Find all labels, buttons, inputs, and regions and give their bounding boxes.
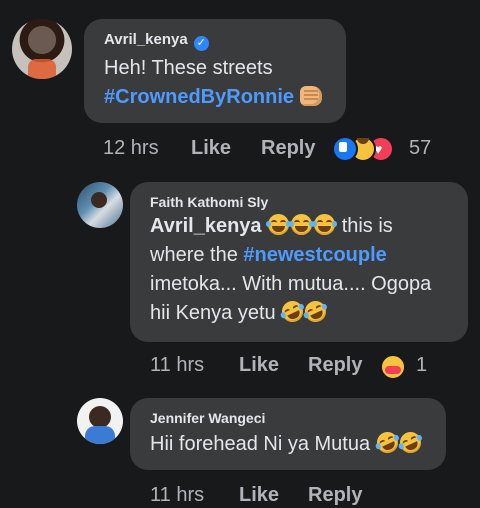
comment-text-fragment: Hii forehead Ni ya Mutua	[150, 433, 371, 455]
comment-bubble: Faith Kathomi Sly Avril_kenya this is wh…	[130, 182, 468, 342]
avatar[interactable]	[77, 182, 123, 228]
comment-text-fragment: where the	[150, 244, 238, 266]
timestamp: 12 hrs	[103, 137, 159, 159]
verified-badge-icon: ✓	[193, 36, 209, 51]
comment-bubble: Jennifer Wangeci Hii forehead Ni ya Mutu…	[130, 398, 446, 470]
comment-text-fragment: hii Kenya yetu	[150, 302, 276, 324]
comment-bubble: Avril_kenya ✓ Heh! These streets #Crowned…	[84, 19, 346, 123]
reply-button[interactable]: Reply	[261, 137, 315, 160]
comment-text-line: Heh! These streets	[104, 57, 273, 79]
tears-of-joy-icon	[289, 214, 315, 235]
hashtag-link[interactable]: #newestcouple	[243, 244, 386, 266]
hashtag-link[interactable]: #CrownedByRonnie	[104, 86, 294, 108]
timestamp: 11 hrs	[150, 484, 205, 506]
comment-text-line: imetoka... With mutua.... Ogopa	[150, 273, 432, 295]
reaction-count: 1	[416, 354, 428, 376]
like-button[interactable]: Like	[191, 137, 231, 160]
mention-link[interactable]: Avril_kenya	[150, 215, 262, 237]
reaction-summary[interactable]: ♥	[332, 136, 402, 162]
comment-actions: 11 hrs Like Reply 1	[150, 354, 450, 380]
reply-button[interactable]: Reply	[308, 354, 362, 377]
raised-fist-icon	[299, 86, 322, 106]
like-icon	[332, 136, 358, 162]
comment-text-fragment: this is	[341, 215, 393, 237]
rolling-laughing-icon	[396, 428, 425, 457]
reply-button[interactable]: Reply	[308, 484, 362, 507]
reaction-count: 57	[409, 137, 432, 159]
comment-actions: 12 hrs Like Reply ♥ 57	[103, 136, 443, 162]
comment-text: Avril_kenya this is where the #newestcou…	[150, 212, 468, 328]
avatar[interactable]	[77, 398, 123, 444]
timestamp: 11 hrs	[150, 354, 205, 376]
tears-of-joy-icon	[266, 214, 292, 235]
comment-text: Hii forehead Ni ya Mutua	[150, 428, 446, 459]
avatar[interactable]	[12, 19, 72, 79]
like-button[interactable]: Like	[239, 484, 279, 507]
author-name[interactable]: Faith Kathomi Sly	[150, 194, 468, 210]
rolling-laughing-icon	[373, 428, 402, 457]
tears-of-joy-icon	[312, 214, 338, 235]
comment-actions: 11 hrs Like Reply	[150, 484, 410, 508]
like-button[interactable]: Like	[239, 354, 279, 377]
comment-text: Heh! These streets #CrownedByRonnie	[104, 54, 346, 112]
care-face-icon[interactable]	[380, 354, 406, 380]
author-name[interactable]: Avril_kenya ✓	[104, 31, 346, 51]
rolling-laughing-icon	[301, 297, 330, 326]
rolling-laughing-icon	[278, 297, 307, 326]
author-name[interactable]: Jennifer Wangeci	[150, 410, 446, 426]
